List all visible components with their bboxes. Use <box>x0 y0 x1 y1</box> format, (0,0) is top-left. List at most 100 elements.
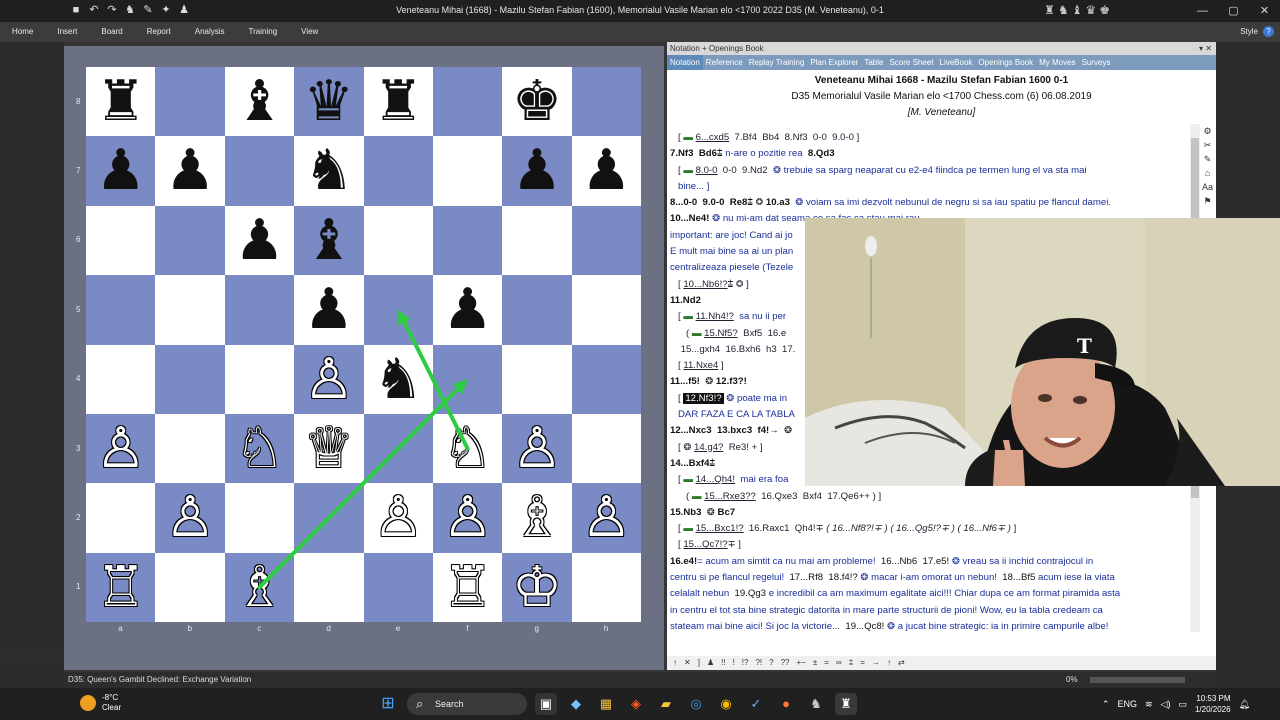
annotation-symbol-button[interactable]: ? <box>769 656 773 670</box>
annotation-symbol-button[interactable]: ↑ <box>887 656 891 670</box>
tool-icon[interactable]: ✎ <box>1201 152 1214 166</box>
battery-icon[interactable]: ▭ <box>1178 699 1187 710</box>
clock[interactable]: 10:53 PM 1/20/2026 <box>1195 693 1231 715</box>
square-g4[interactable] <box>502 344 572 414</box>
variation-line[interactable]: [ ▬ 8.0-0 0-0 9.Nd2 ❂ trebuie sa sparg n… <box>670 163 1190 179</box>
windows-start-icon[interactable]: ⊞ <box>377 693 399 715</box>
tab-training[interactable]: Training <box>237 22 290 42</box>
square-b4[interactable] <box>155 344 225 414</box>
tab-home[interactable]: Home <box>0 22 45 42</box>
black-piece-c6[interactable]: ♟ <box>225 206 294 275</box>
tab-score-sheet[interactable]: Score Sheet <box>886 55 936 70</box>
black-piece-e4[interactable]: ♞ <box>364 345 433 414</box>
annotation-symbol-button[interactable]: ] <box>698 656 700 670</box>
chrome-icon[interactable]: ◉ <box>715 693 737 715</box>
square-f7[interactable] <box>432 136 503 206</box>
white-piece-f1[interactable]: ♖ <box>433 553 502 622</box>
square-a6[interactable] <box>86 205 156 276</box>
minimize-icon[interactable]: — <box>1187 0 1218 22</box>
firefox-icon[interactable]: ● <box>775 693 797 715</box>
chessbase-active-icon[interactable]: ♜ <box>835 693 857 715</box>
tab-view[interactable]: View <box>289 22 330 42</box>
square-f4[interactable] <box>432 344 503 414</box>
tab-insert[interactable]: Insert <box>45 22 89 42</box>
black-piece-h7[interactable]: ♟ <box>572 136 641 205</box>
variation-line[interactable]: [ ▬ 6...cxd5 7.Bf4 Bb4 8.Nf3 0-0 9.0-0 ] <box>670 130 1190 146</box>
move-line[interactable]: 15.Nb3 ❂ Bc7 <box>670 505 1190 521</box>
annotation-symbol-button[interactable]: !? <box>742 656 749 670</box>
square-h8[interactable] <box>571 67 641 137</box>
variation-line[interactable]: bine... ] <box>670 179 1190 195</box>
black-piece-e8[interactable]: ♜ <box>364 67 433 136</box>
piece-layout-icon[interactable]: ♞ <box>1058 2 1069 18</box>
white-piece-d4[interactable]: ♙ <box>294 345 363 414</box>
square-f6[interactable] <box>432 205 503 276</box>
square-f8[interactable] <box>432 67 503 137</box>
square-h6[interactable] <box>571 205 641 276</box>
square-h5[interactable] <box>571 275 641 345</box>
black-piece-d8[interactable]: ♛ <box>294 67 363 136</box>
tab-board[interactable]: Board <box>89 22 134 42</box>
white-piece-a1[interactable]: ♖ <box>86 553 155 622</box>
annotation-symbol-button[interactable]: !! <box>721 656 725 670</box>
black-piece-g8[interactable]: ♚ <box>502 67 571 136</box>
white-piece-g3[interactable]: ♙ <box>502 414 571 483</box>
white-piece-d3[interactable]: ♕ <box>294 414 363 483</box>
annotation-symbol-button[interactable]: → <box>872 656 880 670</box>
tool-icon[interactable]: ✂ <box>1201 138 1214 152</box>
black-piece-a7[interactable]: ♟ <box>86 136 155 205</box>
task-view-icon[interactable]: ▣ <box>535 693 557 715</box>
tool-icon[interactable]: ⚙ <box>1201 124 1214 138</box>
black-piece-c8[interactable]: ♝ <box>225 67 294 136</box>
square-c7[interactable] <box>224 136 295 206</box>
square-e7[interactable] <box>363 136 433 206</box>
black-piece-g7[interactable]: ♟ <box>502 136 571 205</box>
piece-layout-icon-4[interactable]: ♚ <box>1099 2 1110 18</box>
annotation-symbol-button[interactable]: ?? <box>781 656 790 670</box>
black-piece-d5[interactable]: ♟ <box>294 275 363 344</box>
annotation-symbol-button[interactable]: ! <box>733 656 735 670</box>
white-piece-c3[interactable]: ♘ <box>225 414 294 483</box>
chessbase-icon[interactable]: ♞ <box>805 693 827 715</box>
square-g6[interactable] <box>502 205 572 276</box>
style-menu[interactable]: Style <box>1240 22 1258 42</box>
square-a2[interactable] <box>86 483 156 553</box>
maximize-icon[interactable]: ▢ <box>1218 0 1249 22</box>
white-piece-b2[interactable]: ♙ <box>155 483 224 552</box>
annotation-symbol-button[interactable]: ± <box>813 656 817 670</box>
annotation-symbol-button[interactable]: = <box>860 656 865 670</box>
annotation-symbol-button[interactable]: ∞ <box>836 656 842 670</box>
square-e1[interactable] <box>363 552 433 622</box>
chevron-up-icon[interactable]: ⌃ <box>1102 699 1110 710</box>
wifi-icon[interactable]: ≋ <box>1145 699 1153 710</box>
move-line[interactable]: 8...0-0 9.0-0 Re8⩲ ❂ 10.a3 ❂ voiam sa im… <box>670 195 1190 211</box>
black-piece-f5[interactable]: ♟ <box>433 275 502 344</box>
tab-livebook[interactable]: LiveBook <box>937 55 976 70</box>
notification-icon[interactable]: 🔔︎ <box>1239 699 1250 710</box>
tab-plan-explorer[interactable]: Plan Explorer <box>807 55 861 70</box>
square-c5[interactable] <box>224 275 295 345</box>
white-piece-g1[interactable]: ♔ <box>502 553 571 622</box>
app-icon[interactable]: ✓ <box>745 693 767 715</box>
annotation-symbol-button[interactable]: ✕ <box>684 656 691 670</box>
tab-analysis[interactable]: Analysis <box>183 22 237 42</box>
white-piece-g2[interactable]: ♗ <box>502 483 571 552</box>
square-e6[interactable] <box>363 205 433 276</box>
square-c4[interactable] <box>224 344 295 414</box>
copilot-icon[interactable]: ◆ <box>565 693 587 715</box>
white-piece-f2[interactable]: ♙ <box>433 483 502 552</box>
white-piece-f3[interactable]: ♘ <box>433 414 502 483</box>
square-e3[interactable] <box>363 413 433 484</box>
square-h4[interactable] <box>571 344 641 414</box>
annotation-symbol-button[interactable]: ♟ <box>707 656 714 670</box>
black-piece-d6[interactable]: ♝ <box>294 206 363 275</box>
tab-openings-book[interactable]: Openings Book <box>975 55 1036 70</box>
edge-icon[interactable]: ◎ <box>685 693 707 715</box>
square-b8[interactable] <box>155 67 225 137</box>
square-h3[interactable] <box>571 413 641 484</box>
square-e5[interactable] <box>363 275 433 345</box>
file-explorer-icon[interactable]: ▰ <box>655 693 677 715</box>
square-h1[interactable] <box>571 552 641 622</box>
square-a5[interactable] <box>86 275 156 345</box>
white-piece-a3[interactable]: ♙ <box>86 414 155 483</box>
